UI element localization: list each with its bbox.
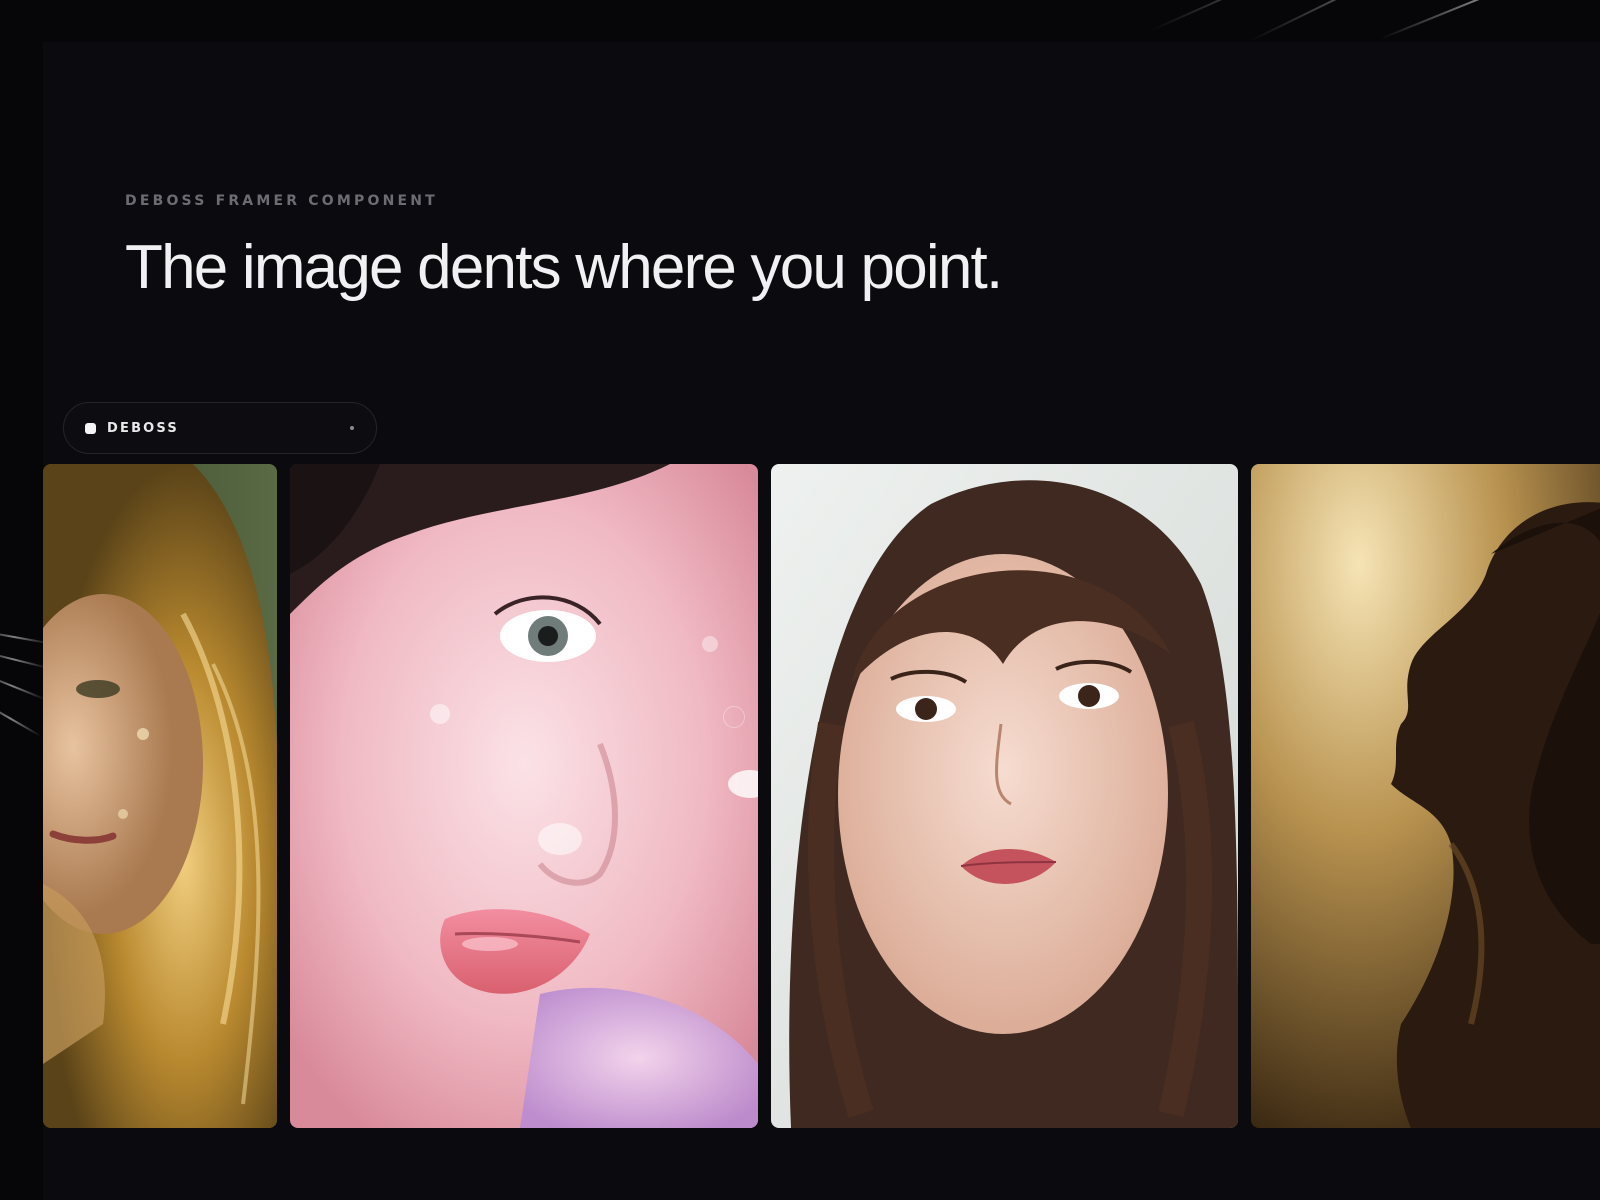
golden-hair-portrait: [43, 464, 277, 1128]
light-streak: [0, 700, 42, 737]
light-streak: [1379, 0, 1585, 40]
light-streak: [0, 672, 46, 701]
gallery-card-bangs[interactable]: [771, 464, 1238, 1128]
page-headline: The image dents where you point.: [125, 233, 1003, 302]
effect-selector-label: DEBOSS: [107, 420, 179, 436]
pink-glossy-portrait: [290, 464, 758, 1128]
light-streak: [0, 650, 49, 669]
gallery-card-silhouette[interactable]: [1251, 464, 1600, 1128]
eyebrow-label: DEBOSS FRAMER COMPONENT: [125, 193, 438, 209]
light-streak: [0, 630, 50, 645]
light-streak: [1249, 0, 1557, 42]
pointer-cursor-ring: [723, 706, 745, 728]
deboss-showcase-panel: DEBOSS FRAMER COMPONENT The image dents …: [43, 42, 1600, 1200]
square-dot-icon: [85, 422, 96, 434]
light-streak: [1149, 0, 1535, 32]
gallery-card-golden-hair[interactable]: [43, 464, 277, 1128]
effect-selector[interactable]: DEBOSS: [63, 402, 377, 454]
dot-indicator-icon: [350, 426, 354, 430]
gallery-card-pink-glossy[interactable]: [290, 464, 758, 1128]
bangs-portrait: [771, 464, 1238, 1128]
silhouette-portrait: [1251, 464, 1600, 1128]
